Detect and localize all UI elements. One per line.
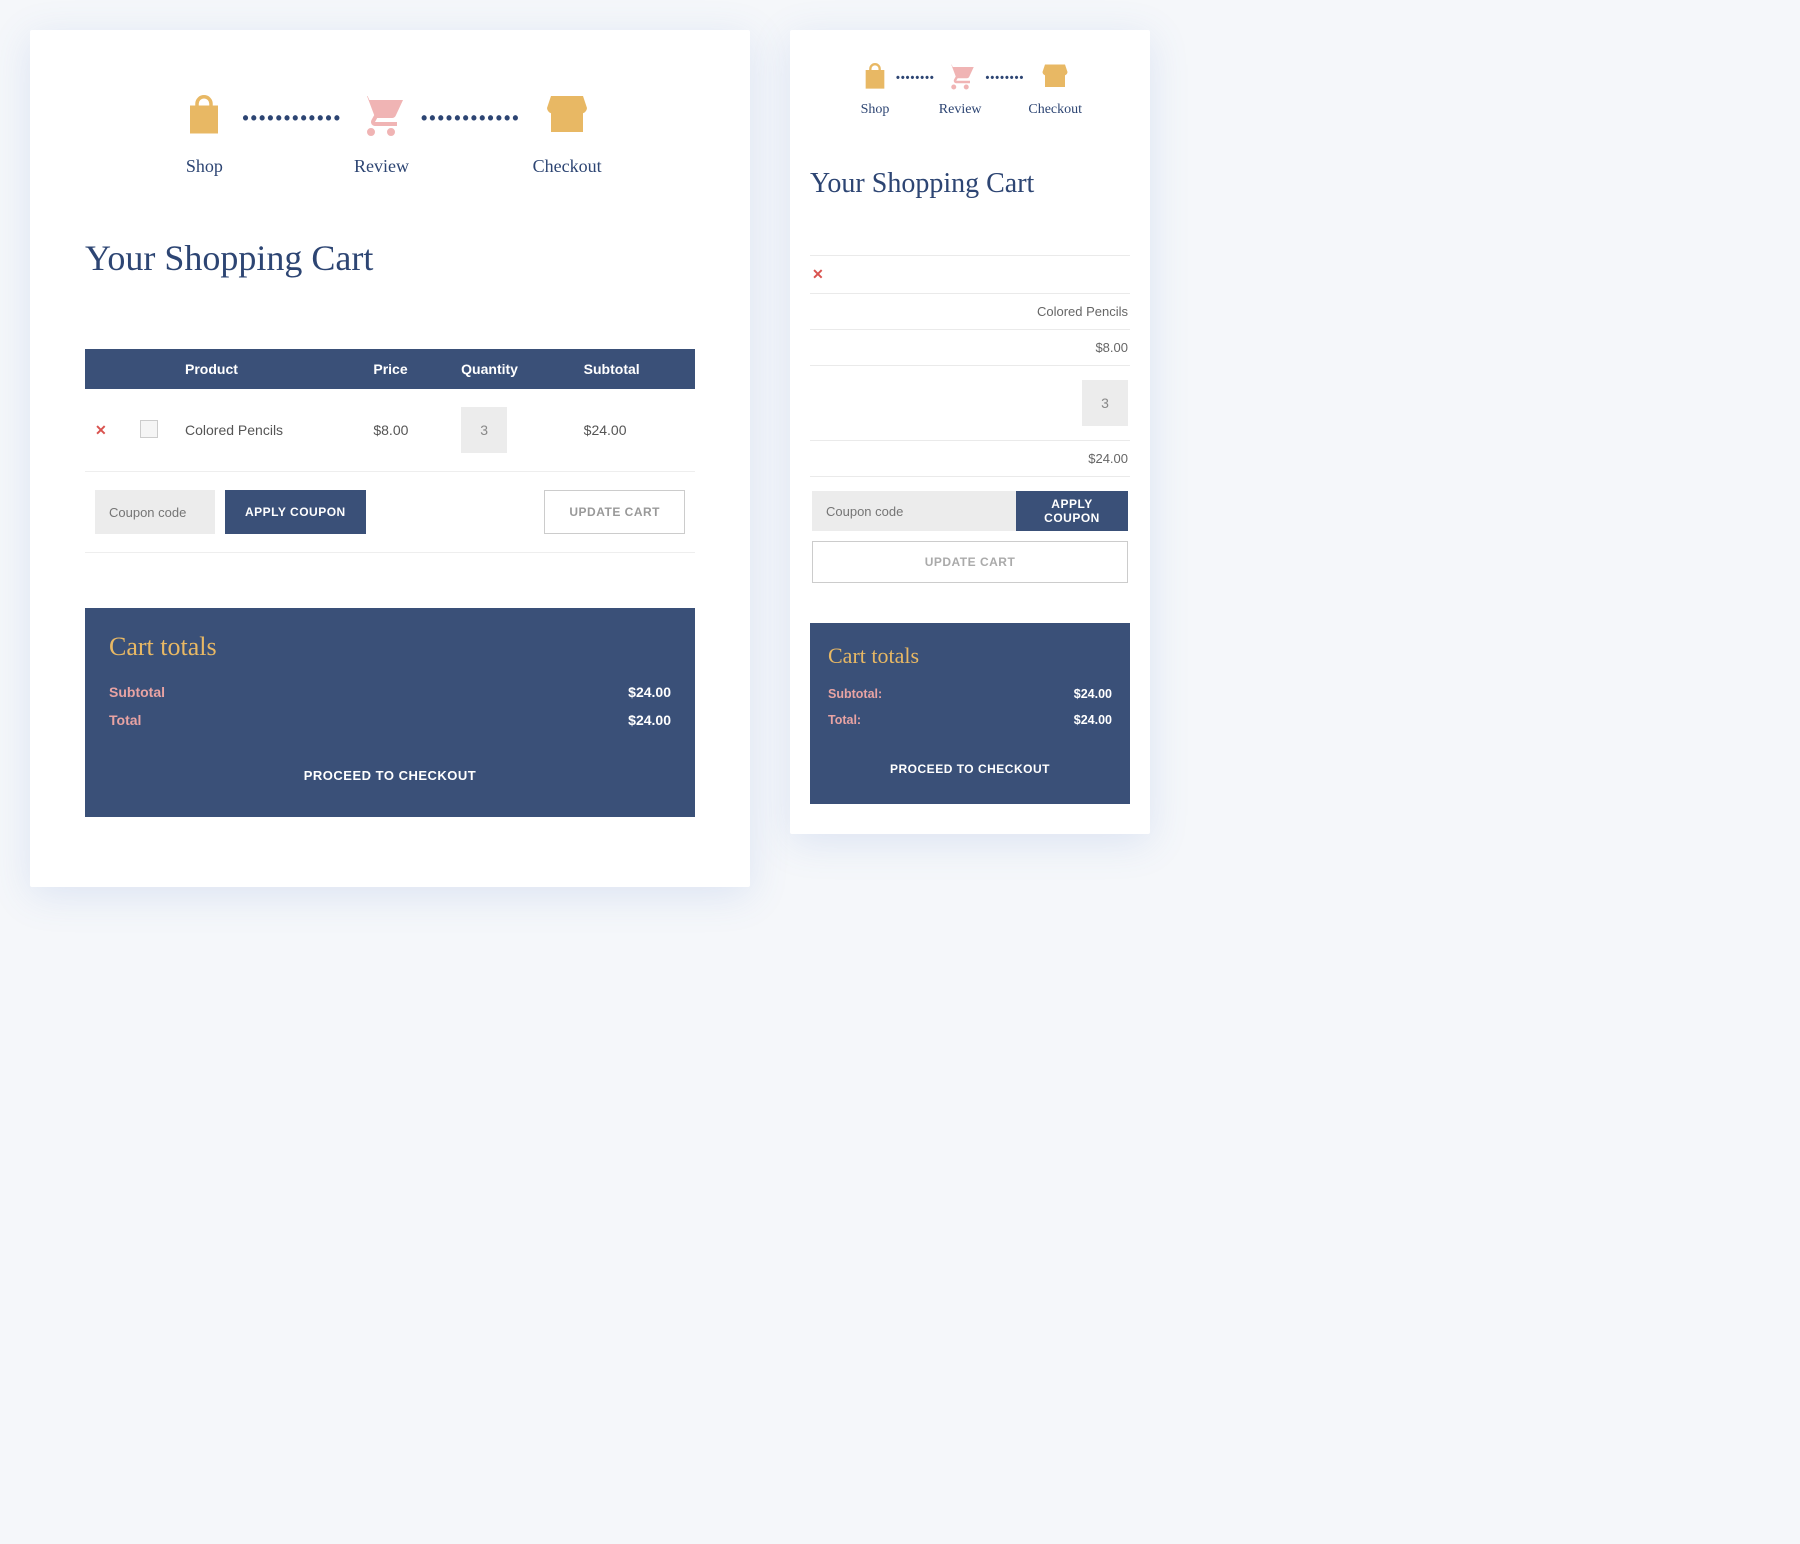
total-value: $24.00 bbox=[1074, 713, 1112, 727]
step-review[interactable]: Review bbox=[939, 60, 982, 118]
total-value: $24.00 bbox=[628, 712, 671, 728]
proceed-checkout-button[interactable]: PROCEED TO CHECKOUT bbox=[109, 768, 671, 783]
total-label: Total: bbox=[828, 713, 861, 727]
list-item: ✕ bbox=[810, 255, 1130, 294]
cart-actions: APPLY COUPON UPDATE CART bbox=[810, 477, 1130, 583]
coupon-input[interactable] bbox=[812, 491, 1016, 531]
progress-steps: Shop •••••••••••• Review •••••••••••• Ch… bbox=[85, 90, 695, 177]
page-title: Your Shopping Cart bbox=[810, 168, 1130, 200]
col-subtotal: Subtotal bbox=[574, 349, 695, 389]
totals-title: Cart totals bbox=[109, 632, 671, 662]
cart-icon bbox=[355, 90, 407, 142]
update-cart-button[interactable]: UPDATE CART bbox=[812, 541, 1128, 583]
step-shop[interactable]: Shop bbox=[178, 90, 230, 177]
product-thumb[interactable] bbox=[140, 420, 158, 438]
step-divider: •••••••• bbox=[982, 60, 1029, 84]
list-item: Colored Pencils bbox=[810, 294, 1130, 330]
product-subtotal: $24.00 bbox=[1088, 451, 1128, 466]
product-subtotal: $24.00 bbox=[574, 389, 695, 472]
quantity-input[interactable] bbox=[1082, 380, 1128, 426]
total-label: Total bbox=[109, 712, 141, 728]
remove-icon[interactable]: ✕ bbox=[812, 266, 824, 283]
step-checkout[interactable]: Checkout bbox=[533, 90, 602, 177]
table-row: ✕ Colored Pencils $8.00 $24.00 bbox=[85, 389, 695, 472]
subtotal-value: $24.00 bbox=[628, 684, 671, 700]
bag-icon bbox=[858, 60, 892, 94]
subtotal-value: $24.00 bbox=[1074, 687, 1112, 701]
progress-steps: Shop •••••••• Review •••••••• Checkout bbox=[810, 60, 1130, 118]
bag-icon bbox=[178, 90, 230, 142]
totals-title: Cart totals bbox=[828, 643, 1112, 669]
product-name[interactable]: Colored Pencils bbox=[1037, 304, 1128, 319]
step-label: Checkout bbox=[1028, 102, 1082, 118]
mobile-view: Shop •••••••• Review •••••••• Checkout Y… bbox=[790, 30, 1150, 834]
cart-totals: Cart totals Subtotal: $24.00 Total: $24.… bbox=[810, 623, 1130, 804]
cart-icon bbox=[943, 60, 977, 94]
cart-table: Product Price Quantity Subtotal ✕ Colore… bbox=[85, 349, 695, 553]
step-review[interactable]: Review bbox=[354, 90, 409, 177]
step-divider: •••••••• bbox=[892, 60, 939, 84]
apply-coupon-button[interactable]: APPLY COUPON bbox=[1016, 491, 1128, 531]
list-item: $8.00 bbox=[810, 330, 1130, 366]
step-label: Checkout bbox=[533, 156, 602, 177]
cart-totals: Cart totals Subtotal $24.00 Total $24.00… bbox=[85, 608, 695, 817]
coupon-input[interactable] bbox=[95, 490, 215, 534]
store-icon bbox=[1038, 60, 1072, 94]
update-cart-button[interactable]: UPDATE CART bbox=[544, 490, 685, 534]
subtotal-label: Subtotal: bbox=[828, 687, 882, 701]
list-item bbox=[810, 366, 1130, 441]
step-label: Review bbox=[354, 156, 409, 177]
col-product: Product bbox=[175, 349, 363, 389]
col-price: Price bbox=[363, 349, 451, 389]
product-price: $8.00 bbox=[363, 389, 451, 472]
apply-coupon-button[interactable]: APPLY COUPON bbox=[225, 490, 366, 534]
step-divider: •••••••••••• bbox=[409, 90, 533, 129]
list-item: $24.00 bbox=[810, 441, 1130, 477]
subtotal-label: Subtotal bbox=[109, 684, 165, 700]
store-icon bbox=[541, 90, 593, 142]
step-label: Shop bbox=[186, 156, 223, 177]
step-divider: •••••••••••• bbox=[230, 90, 354, 129]
desktop-view: Shop •••••••••••• Review •••••••••••• Ch… bbox=[30, 30, 750, 887]
remove-icon[interactable]: ✕ bbox=[95, 422, 107, 438]
cart-list: ✕ Colored Pencils $8.00 $24.00 APPLY COU… bbox=[810, 255, 1130, 583]
step-label: Shop bbox=[861, 102, 890, 118]
quantity-input[interactable] bbox=[461, 407, 507, 453]
step-label: Review bbox=[939, 102, 982, 118]
product-price: $8.00 bbox=[1095, 340, 1128, 355]
step-shop[interactable]: Shop bbox=[858, 60, 892, 118]
col-quantity: Quantity bbox=[451, 349, 574, 389]
step-checkout[interactable]: Checkout bbox=[1028, 60, 1082, 118]
page-title: Your Shopping Cart bbox=[85, 237, 695, 279]
product-name[interactable]: Colored Pencils bbox=[175, 389, 363, 472]
proceed-checkout-button[interactable]: PROCEED TO CHECKOUT bbox=[828, 762, 1112, 776]
